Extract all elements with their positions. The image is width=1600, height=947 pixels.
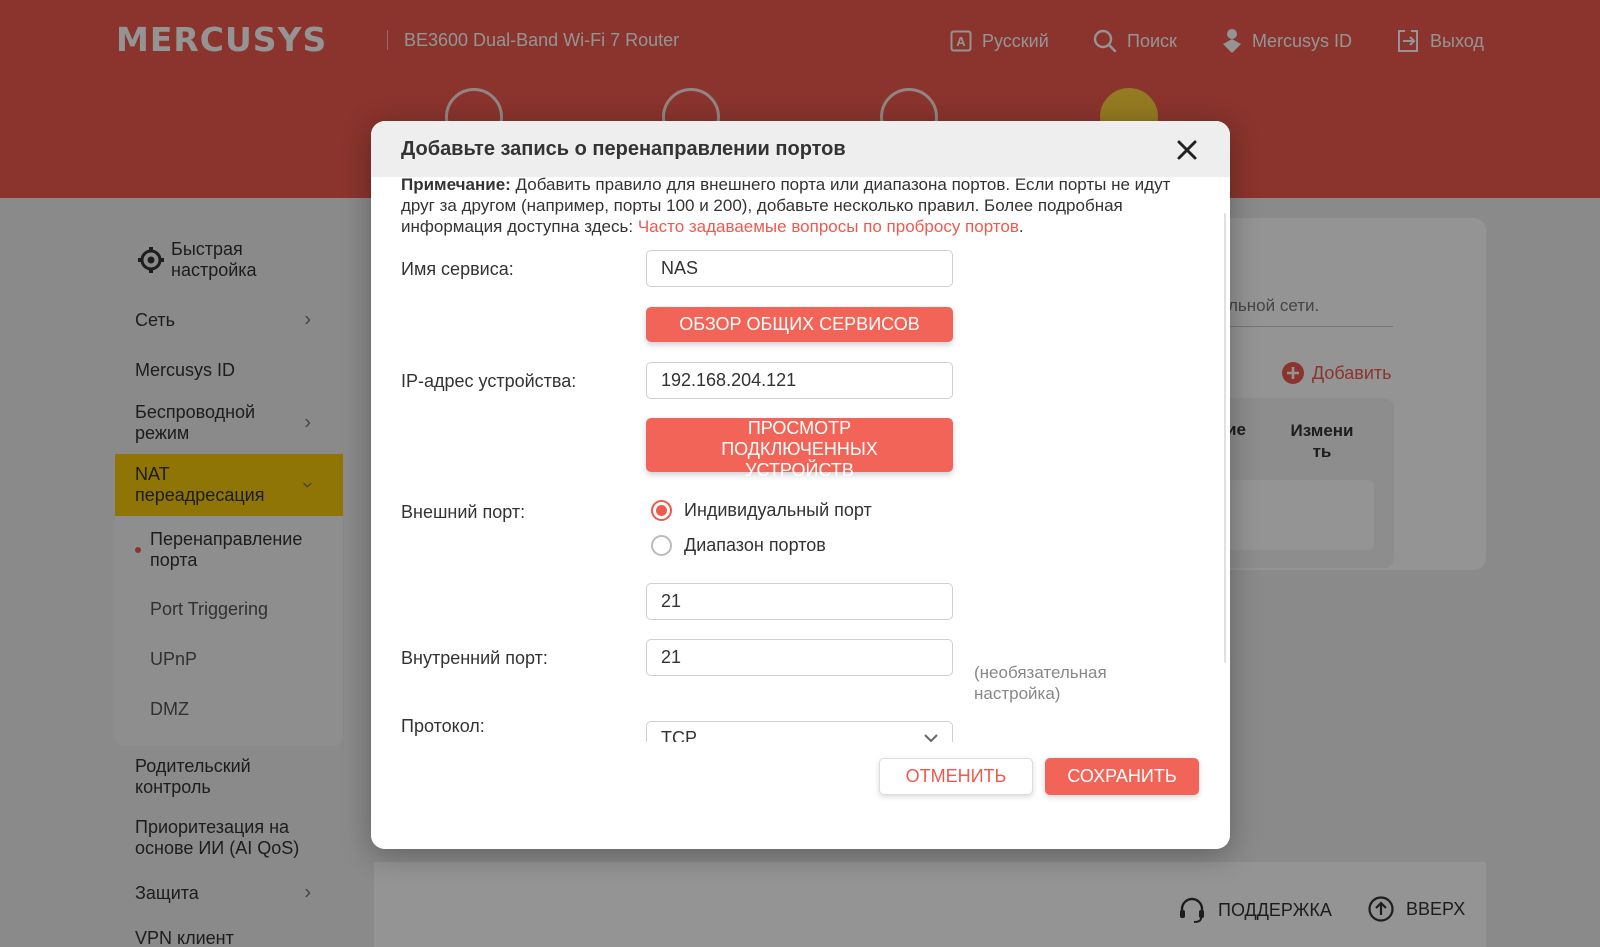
close-icon[interactable] — [1174, 137, 1200, 163]
internal-port-label: Внутренний порт: — [401, 648, 548, 668]
radio-port-range[interactable]: Диапазон портов — [651, 535, 826, 556]
dialog-header: Добавьте запись о перенаправлении портов — [371, 121, 1230, 177]
dialog-scrollbar[interactable] — [1224, 213, 1226, 663]
dialog-body: Примечание: Добавить правило для внешнег… — [371, 177, 1230, 742]
port-forwarding-dialog: Добавьте запись о перенаправлении портов… — [371, 121, 1230, 849]
optional-hint: (необязательная настройка) — [974, 663, 1107, 703]
internal-port-input[interactable] — [646, 639, 953, 676]
radio-single-port[interactable]: Индивидуальный порт — [651, 500, 872, 521]
faq-link[interactable]: Часто задаваемые вопросы по пробросу пор… — [638, 217, 1019, 236]
save-button[interactable]: СОХРАНИТЬ — [1045, 758, 1199, 795]
note-end: . — [1018, 217, 1024, 236]
radio-button-checked[interactable] — [651, 500, 672, 521]
protocol-label: Протокол: — [401, 716, 485, 736]
service-name-input[interactable] — [646, 250, 953, 287]
radio-port-range-label: Диапазон портов — [684, 535, 826, 555]
dialog-title: Добавьте запись о перенаправлении портов — [401, 138, 846, 160]
radio-button-unchecked[interactable] — [651, 535, 672, 556]
view-connected-devices-button[interactable]: ПРОСМОТР ПОДКЛЮЧЕННЫХ УСТРОЙСТВ — [646, 418, 953, 480]
browse-services-button[interactable]: ОБЗОР ОБЩИХ СЕРВИСОВ — [646, 307, 953, 342]
note-label: Примечание: — [401, 177, 511, 194]
dialog-note: Примечание: Добавить правило для внешнег… — [401, 177, 1191, 237]
cancel-button[interactable]: ОТМЕНИТЬ — [879, 758, 1033, 795]
service-name-label: Имя сервиса: — [401, 259, 514, 279]
radio-single-port-label: Индивидуальный порт — [684, 500, 872, 520]
device-ip-input[interactable] — [646, 362, 953, 399]
external-port-input[interactable] — [646, 583, 953, 620]
external-port-label: Внешний порт: — [401, 502, 526, 522]
device-ip-label: IP-адрес устройства: — [401, 371, 577, 391]
